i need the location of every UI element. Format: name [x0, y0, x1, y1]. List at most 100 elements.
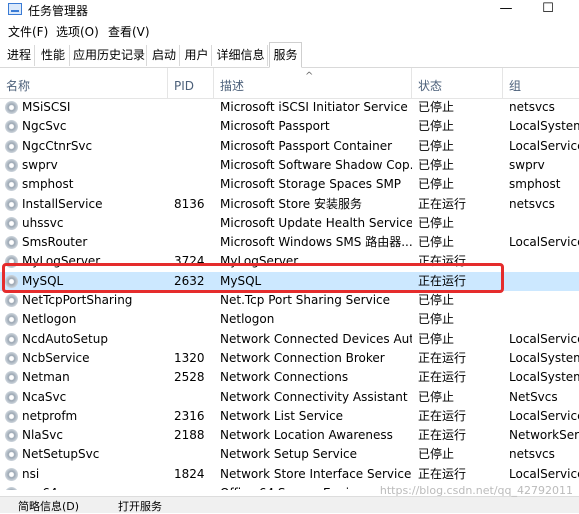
service-group	[509, 310, 579, 329]
service-name: InstallService	[22, 196, 103, 211]
service-group: LocalService...	[509, 138, 579, 153]
table-row[interactable]: SmsRouter Microsoft Windows SMS 路由器... 已停止…	[0, 233, 579, 252]
service-status: 已停止	[418, 312, 455, 327]
service-group: swprv	[509, 157, 545, 172]
service-description: Microsoft Store 安装服务	[220, 196, 362, 211]
footer: 简略信息(D) 打开服务	[0, 496, 579, 513]
table-row[interactable]: NetTcpPortSharing Net.Tcp Port Sharing Se…	[0, 291, 579, 310]
service-status: 已停止	[418, 119, 455, 134]
service-name: SmsRouter	[22, 235, 88, 250]
tab-startup[interactable]: 启动	[149, 45, 180, 66]
maximize-button[interactable]: ☐	[525, 0, 571, 20]
tab-users[interactable]: 用户	[182, 45, 212, 66]
table-row[interactable]: nsi 1824 Network Store Interface Service 正在…	[0, 465, 579, 484]
service-name: osc64	[22, 484, 168, 490]
highlight-box	[2, 263, 504, 293]
column-group[interactable]: 组	[503, 68, 579, 98]
service-pid	[174, 117, 214, 136]
tab-services[interactable]: 服务	[269, 42, 302, 68]
table-row[interactable]: swprv Microsoft Software Shadow Cop... 已停止…	[0, 156, 579, 175]
tab-processes[interactable]: 进程	[4, 45, 35, 66]
service-name: NlaSvc	[22, 428, 63, 443]
service-description: Network Connection Broker	[220, 350, 385, 365]
service-pid: 1824	[174, 466, 205, 481]
table-row[interactable]: NcdAutoSetup Network Connected Devices Au…	[0, 330, 579, 349]
service-name: netprofm	[22, 408, 78, 423]
service-group: LocalSystem...	[509, 370, 579, 385]
service-status: 正在运行	[418, 408, 467, 423]
service-pid	[174, 291, 214, 310]
service-pid: 1320	[174, 350, 205, 365]
service-description: Microsoft iSCSI Initiator Service	[220, 100, 408, 114]
service-name: swprv	[22, 157, 58, 172]
service-group	[509, 252, 579, 271]
table-row[interactable]: NgcSvc Microsoft Passport 已停止 LocalSystem..…	[0, 117, 579, 136]
service-group: LocalSystem...	[509, 350, 579, 365]
service-status: 正在运行	[418, 370, 467, 385]
service-icon	[5, 409, 18, 423]
menu-file[interactable]: 文件(F)	[8, 23, 48, 40]
service-group: LocalService...	[509, 331, 579, 346]
title-bar: 任务管理器 — ☐	[0, 0, 579, 20]
column-name[interactable]: 名称	[0, 68, 168, 98]
service-pid	[174, 330, 214, 349]
service-status: 已停止	[418, 331, 455, 346]
service-status: 已停止	[418, 138, 455, 153]
table-row[interactable]: NgcCtnrSvc Microsoft Passport Container 已停…	[0, 137, 579, 156]
table-row[interactable]: Netman 2528 Network Connections 正在运行 LocalSy…	[0, 368, 579, 387]
service-icon	[5, 448, 18, 462]
service-status: 正在运行	[418, 466, 467, 481]
service-description: Microsoft Software Shadow Cop...	[220, 157, 412, 172]
service-group: LocalService	[509, 408, 579, 423]
table-row[interactable]: Netlogon Netlogon 已停止	[0, 310, 579, 329]
service-group: netsvcs	[509, 100, 555, 114]
service-name: NcbService	[22, 350, 90, 365]
service-group: LocalService	[509, 466, 579, 481]
service-icon	[5, 429, 18, 443]
watermark: https://blog.csdn.net/qq_42792011	[379, 484, 573, 497]
table-row[interactable]: netprofm 2316 Network List Service 正在运行 Loca…	[0, 407, 579, 426]
table-row[interactable]: NetSetupSvc Network Setup Service 已停止 netsv…	[0, 445, 579, 464]
minimize-button[interactable]: —	[483, 0, 529, 20]
service-icon	[5, 371, 18, 385]
column-pid[interactable]: PID	[168, 68, 214, 98]
service-icon	[5, 216, 18, 230]
column-header: ^ 名称 PID 描述 状态 组	[0, 68, 579, 99]
service-pid	[174, 388, 214, 407]
service-status: 已停止	[418, 235, 455, 250]
table-row[interactable]: uhssvc Microsoft Update Health Service 已停止	[0, 214, 579, 233]
service-name: nsi	[22, 466, 40, 481]
service-name: uhssvc	[22, 215, 64, 230]
service-description: Network Setup Service	[220, 447, 358, 462]
table-row[interactable]: MSiSCSI Microsoft iSCSI Initiator Service…	[0, 98, 579, 117]
menu-view[interactable]: 查看(V)	[108, 23, 150, 40]
service-group: netsvcs	[509, 447, 555, 462]
service-group: netsvcs	[509, 196, 555, 211]
service-description: Microsoft Passport	[220, 119, 330, 134]
service-icon	[5, 294, 18, 307]
service-group	[509, 214, 579, 233]
column-status[interactable]: 状态	[412, 68, 503, 98]
table-row[interactable]: NcbService 1320 Network Connection Broker 正…	[0, 349, 579, 368]
service-icon	[5, 351, 18, 365]
column-description[interactable]: 描述	[214, 68, 412, 98]
tab-performance[interactable]: 性能	[37, 45, 70, 66]
table-row[interactable]: smphost Microsoft Storage Spaces SMP 已停止 sm…	[0, 175, 579, 194]
table-row[interactable]: NlaSvc 2188 Network Location Awareness 正在运行…	[0, 426, 579, 445]
service-group	[509, 291, 579, 310]
service-name: NcaSvc	[22, 389, 67, 404]
service-icon	[5, 158, 18, 172]
service-pid	[174, 484, 214, 490]
menu-options[interactable]: 选项(O)	[56, 23, 99, 40]
tab-app-history[interactable]: 应用历史记录	[72, 45, 147, 66]
tab-details[interactable]: 详细信息	[214, 45, 268, 66]
service-name: smphost	[22, 177, 74, 192]
service-icon	[5, 101, 18, 114]
service-status: 已停止	[418, 293, 455, 307]
service-description: Network Connections	[220, 370, 349, 385]
table-row[interactable]: InstallService 8136 Microsoft Store 安装服务 正在…	[0, 195, 579, 214]
table-row[interactable]: NcaSvc Network Connectivity Assistant 已停止 N…	[0, 388, 579, 407]
service-group: NetworkServ...	[509, 428, 579, 443]
service-pid	[174, 310, 214, 329]
service-description: Network Connectivity Assistant	[220, 389, 408, 404]
